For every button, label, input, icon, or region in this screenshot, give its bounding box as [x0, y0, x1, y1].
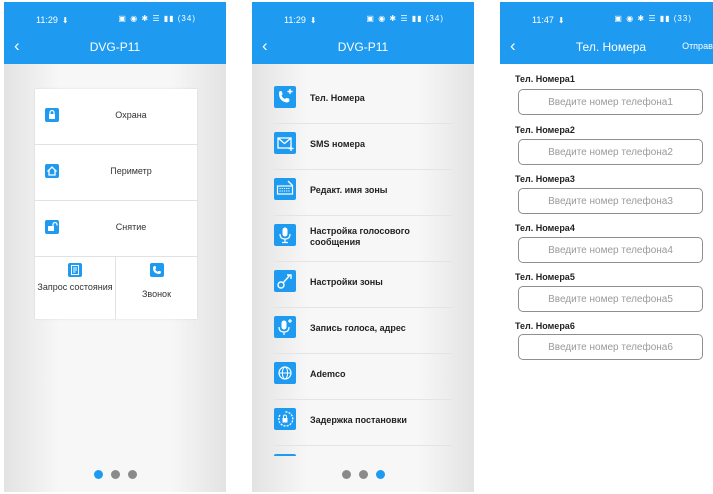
- phone-label-4: Тел. Номера4: [515, 223, 575, 233]
- download-arrow-icon: ⬇: [61, 16, 69, 25]
- battery-level: 33: [677, 14, 689, 23]
- status-bar: 11:47 ⬇ ▣ ◉ ✱ ☰ ▮▮ (33): [500, 2, 713, 32]
- sms-add-icon: [274, 132, 296, 154]
- keyboard-icon: [274, 178, 296, 200]
- phone-label-1: Тел. Номера1: [515, 74, 575, 84]
- status-time: 11:29: [36, 15, 58, 25]
- status-icons: ▣ ◉ ✱ ☰ ▮▮ (33): [614, 14, 692, 23]
- menu-item-label: Задержка постановки: [310, 415, 407, 425]
- phone-input-1[interactable]: [518, 89, 703, 115]
- page-dot-1[interactable]: [341, 470, 351, 479]
- phone-call-icon: [149, 263, 164, 277]
- menu-item-sms-numbers[interactable]: SMS номера: [274, 124, 452, 170]
- menu-item-label: SMS номера: [310, 139, 365, 149]
- zone-settings-icon: [274, 270, 296, 292]
- title-bar: ‹ DVG-P11: [252, 32, 474, 64]
- call-label: Звонок: [141, 289, 172, 299]
- menu-item-partial[interactable]: [274, 446, 452, 456]
- screen-phone-numbers: 11:47 ⬇ ▣ ◉ ✱ ☰ ▮▮ (33) ‹ Тел. Номера Отп…: [500, 2, 713, 492]
- send-button[interactable]: Отправка: [682, 41, 713, 51]
- phone-input-5[interactable]: [518, 286, 703, 312]
- arm-delay-icon: [274, 408, 296, 430]
- menu-item-zone-settings[interactable]: Настройки зоны: [274, 262, 452, 308]
- menu-item-label: Запись голоса, адрес: [310, 323, 406, 333]
- page-dot-1[interactable]: [93, 470, 103, 479]
- phone-label-6: Тел. Номера6: [515, 321, 575, 331]
- battery-level: 34: [429, 14, 441, 23]
- perimeter-button[interactable]: Периметр: [35, 145, 197, 201]
- battery-level: 34: [181, 14, 193, 23]
- phone-input-3[interactable]: [518, 188, 703, 214]
- phone-input-4[interactable]: [518, 237, 703, 263]
- page-dot-2[interactable]: [110, 470, 120, 479]
- menu-item-arm-delay[interactable]: Задержка постановки: [274, 400, 452, 446]
- status-query-button[interactable]: Запрос состояния: [35, 257, 116, 319]
- menu-item-label: Редакт. имя зоны: [310, 185, 388, 195]
- globe-icon: [274, 362, 296, 384]
- page-dot-3[interactable]: [127, 470, 137, 479]
- control-card: Охрана Периметр Снятие Запрос состояния …: [35, 89, 197, 319]
- status-icons: ▣ ◉ ✱ ☰ ▮▮ (34): [366, 14, 444, 23]
- status-bar: 11:29 ⬇ ▣ ◉ ✱ ☰ ▮▮ (34): [252, 2, 474, 32]
- call-button[interactable]: Звонок: [116, 257, 197, 319]
- page-title: DVG-P11: [89, 40, 141, 54]
- disarm-button[interactable]: Снятие: [35, 201, 197, 257]
- perimeter-label: Периметр: [110, 166, 152, 176]
- page-indicator: [4, 466, 226, 484]
- menu-item-label: Тел. Номера: [310, 93, 365, 103]
- arm-label: Охрана: [115, 110, 147, 120]
- disarm-label: Снятие: [115, 222, 147, 232]
- microphone-icon: [274, 224, 296, 246]
- arm-button[interactable]: Охрана: [35, 89, 197, 145]
- unlock-icon: [45, 220, 59, 234]
- lock-icon: [45, 108, 59, 122]
- phone-label-5: Тел. Номера5: [515, 272, 575, 282]
- phone-label-3: Тел. Номера3: [515, 174, 575, 184]
- menu-item-voice-message-settings[interactable]: Настройка голосового сообщения: [274, 216, 452, 262]
- menu-item-label: Ademco: [310, 369, 346, 379]
- settings-menu: Тел. Номера SMS номера Редакт. имя зоны …: [274, 78, 452, 456]
- menu-item-label: Настройка голосового сообщения: [310, 226, 410, 247]
- status-query-icon: [68, 263, 82, 277]
- screen-arm-control: 11:29 ⬇ ▣ ◉ ✱ ☰ ▮▮ (34) ‹ DVG-P11 Охрана …: [4, 2, 226, 492]
- menu-item-phone-numbers[interactable]: Тел. Номера: [274, 78, 452, 124]
- status-query-label: Запрос состояния: [37, 282, 113, 292]
- phone-input-6[interactable]: [518, 334, 703, 360]
- menu-item-ademco[interactable]: Ademco: [274, 354, 452, 400]
- page-title: DVG-P11: [337, 40, 389, 54]
- screen-settings-menu: 11:29 ⬇ ▣ ◉ ✱ ☰ ▮▮ (34) ‹ DVG-P11 Тел. Но…: [252, 2, 474, 492]
- home-icon: [45, 164, 59, 178]
- menu-item-edit-zone-name[interactable]: Редакт. имя зоны: [274, 170, 452, 216]
- page-indicator: [252, 466, 474, 484]
- page-dot-3[interactable]: [375, 470, 385, 479]
- status-time: 11:47: [532, 15, 554, 25]
- page-dot-2[interactable]: [358, 470, 368, 479]
- download-arrow-icon: ⬇: [309, 16, 317, 25]
- status-icons: ▣ ◉ ✱ ☰ ▮▮ (34): [118, 14, 196, 23]
- menu-item-voice-record-address[interactable]: Запись голоса, адрес: [274, 308, 452, 354]
- phone-input-2[interactable]: [518, 139, 703, 165]
- menu-item-label: Настройки зоны: [310, 277, 383, 287]
- status-bar: 11:29 ⬇ ▣ ◉ ✱ ☰ ▮▮ (34): [4, 2, 226, 32]
- phone-add-icon: [274, 86, 296, 108]
- title-bar: ‹ DVG-P11: [4, 32, 226, 64]
- phone-label-2: Тел. Номера2: [515, 125, 575, 135]
- record-voice-icon: [274, 316, 296, 338]
- title-bar: ‹ Тел. Номера Отправка: [500, 32, 713, 64]
- download-arrow-icon: ⬇: [557, 16, 565, 25]
- status-time: 11:29: [284, 15, 306, 25]
- page-title: Тел. Номера: [575, 40, 647, 54]
